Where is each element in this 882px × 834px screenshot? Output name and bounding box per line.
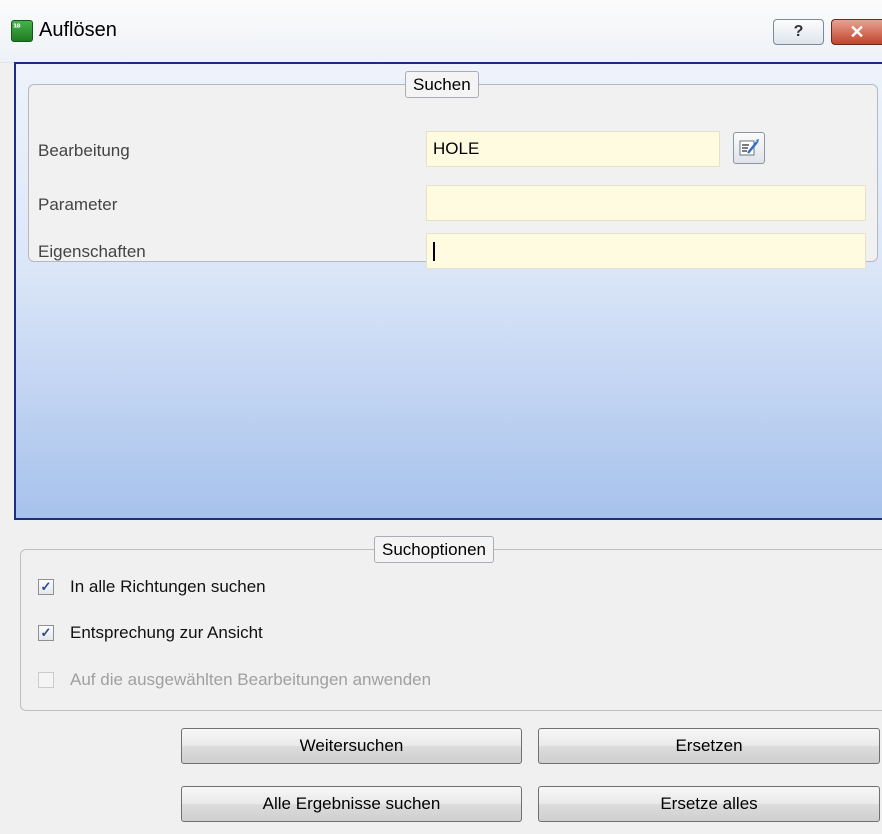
replace-all-button[interactable]: Ersetze alles [538, 786, 880, 822]
search-options-group: Suchoptionen ✓ In alle Richtungen suchen… [20, 536, 882, 711]
close-icon: ✕ [849, 22, 865, 42]
eigenschaften-label: Eigenschaften [38, 242, 146, 261]
window-title: Auflösen [39, 19, 117, 41]
app-icon-glyph: ¹⁸ [13, 23, 21, 34]
option-match-view-label: Entsprechung zur Ansicht [70, 623, 263, 642]
eigenschaften-input[interactable] [426, 233, 866, 269]
options-group-legend: Suchoptionen [374, 536, 494, 563]
help-button[interactable]: ? [773, 19, 824, 45]
search-panel: Suchen Bearbeitung HOLE Parameter Eigens… [14, 62, 882, 520]
help-icon: ? [793, 23, 804, 40]
option-match-view[interactable]: ✓ Entsprechung zur Ansicht [38, 623, 263, 643]
parameter-input[interactable] [426, 185, 866, 221]
option-all-directions[interactable]: ✓ In alle Richtungen suchen [38, 577, 266, 597]
option-apply-selected-label: Auf die ausgewählten Bearbeitungen anwen… [70, 670, 432, 689]
text-caret [433, 242, 435, 262]
option-all-directions-label: In alle Richtungen suchen [70, 577, 266, 596]
edit-list-icon [739, 139, 759, 156]
option-apply-selected: Auf die ausgewählten Bearbeitungen anwen… [38, 670, 431, 690]
parameter-label: Parameter [38, 195, 118, 214]
bearbeitung-label: Bearbeitung [38, 141, 130, 160]
checkbox-match-view[interactable]: ✓ [38, 625, 54, 641]
edit-list-button[interactable] [733, 132, 765, 164]
checkbox-apply-selected [38, 672, 54, 688]
search-group: Suchen Bearbeitung HOLE Parameter Eigens… [28, 71, 878, 269]
checkmark-icon: ✓ [40, 625, 52, 640]
replace-button[interactable]: Ersetzen [538, 728, 880, 764]
find-all-button[interactable]: Alle Ergebnisse suchen [181, 786, 522, 822]
bearbeitung-input[interactable]: HOLE [426, 131, 720, 167]
close-button[interactable]: ✕ [831, 19, 882, 45]
find-next-button[interactable]: Weitersuchen [181, 728, 522, 764]
checkmark-icon: ✓ [40, 579, 52, 594]
app-icon: ¹⁸ [11, 20, 33, 42]
search-group-legend: Suchen [405, 71, 479, 98]
checkbox-all-directions[interactable]: ✓ [38, 579, 54, 595]
title-bar: ¹⁸ Auflösen ? ✕ [0, 0, 882, 63]
